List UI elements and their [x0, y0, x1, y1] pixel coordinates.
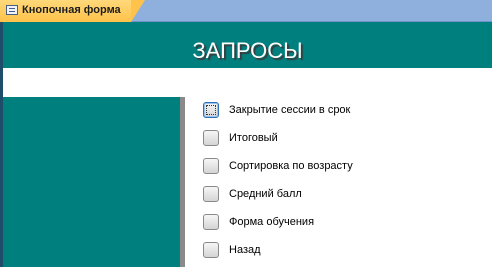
side-panel [3, 97, 180, 267]
tab-switchboard-form[interactable]: Кнопочная форма [0, 0, 145, 22]
header-spacer [3, 68, 492, 97]
menu-button[interactable] [203, 102, 219, 118]
menu-item-label[interactable]: Средний балл [229, 188, 302, 200]
page-title: ЗАПРОСЫ [192, 38, 303, 63]
menu-button[interactable] [203, 242, 219, 258]
menu-item-label[interactable]: Форма обучения [229, 216, 314, 228]
tab-label: Кнопочная форма [22, 4, 121, 16]
menu-item-label[interactable]: Сортировка по возрасту [229, 160, 353, 172]
menu-item-label[interactable]: Закрытие сессии в срок [229, 104, 350, 116]
document-tab-bar: Кнопочная форма [0, 0, 492, 22]
panel-divider [180, 97, 185, 267]
menu-button[interactable] [203, 214, 219, 230]
menu-button[interactable] [203, 186, 219, 202]
form-icon [6, 5, 18, 15]
menu-item-label[interactable]: Назад [229, 244, 261, 256]
menu-button[interactable] [203, 130, 219, 146]
menu-item-label[interactable]: Итоговый [229, 132, 278, 144]
menu-button[interactable] [203, 158, 219, 174]
header-banner: ЗАПРОСЫ [3, 22, 492, 68]
